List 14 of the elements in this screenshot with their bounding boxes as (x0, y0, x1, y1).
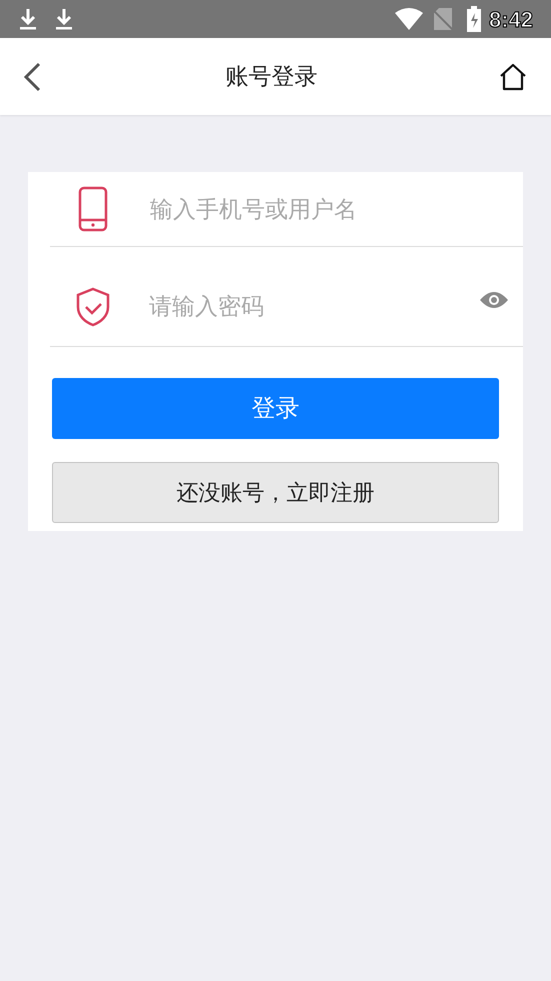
page-title: 账号登录 (226, 62, 318, 92)
download-icon (18, 7, 38, 31)
login-button[interactable]: 登录 (52, 378, 499, 439)
download-icon (54, 7, 74, 31)
phone-icon (78, 186, 108, 232)
no-sim-icon (432, 7, 453, 31)
wifi-icon (394, 8, 423, 30)
username-field[interactable]: 输入手机号或用户名 (150, 189, 523, 229)
status-time: 8:42 (488, 6, 533, 34)
password-field[interactable]: 请输入密码 (149, 286, 479, 326)
battery-icon (466, 6, 481, 32)
eye-button[interactable] (479, 290, 509, 310)
shield-check-icon (75, 286, 111, 326)
register-button[interactable]: 还没账号，立即注册 (52, 462, 499, 523)
